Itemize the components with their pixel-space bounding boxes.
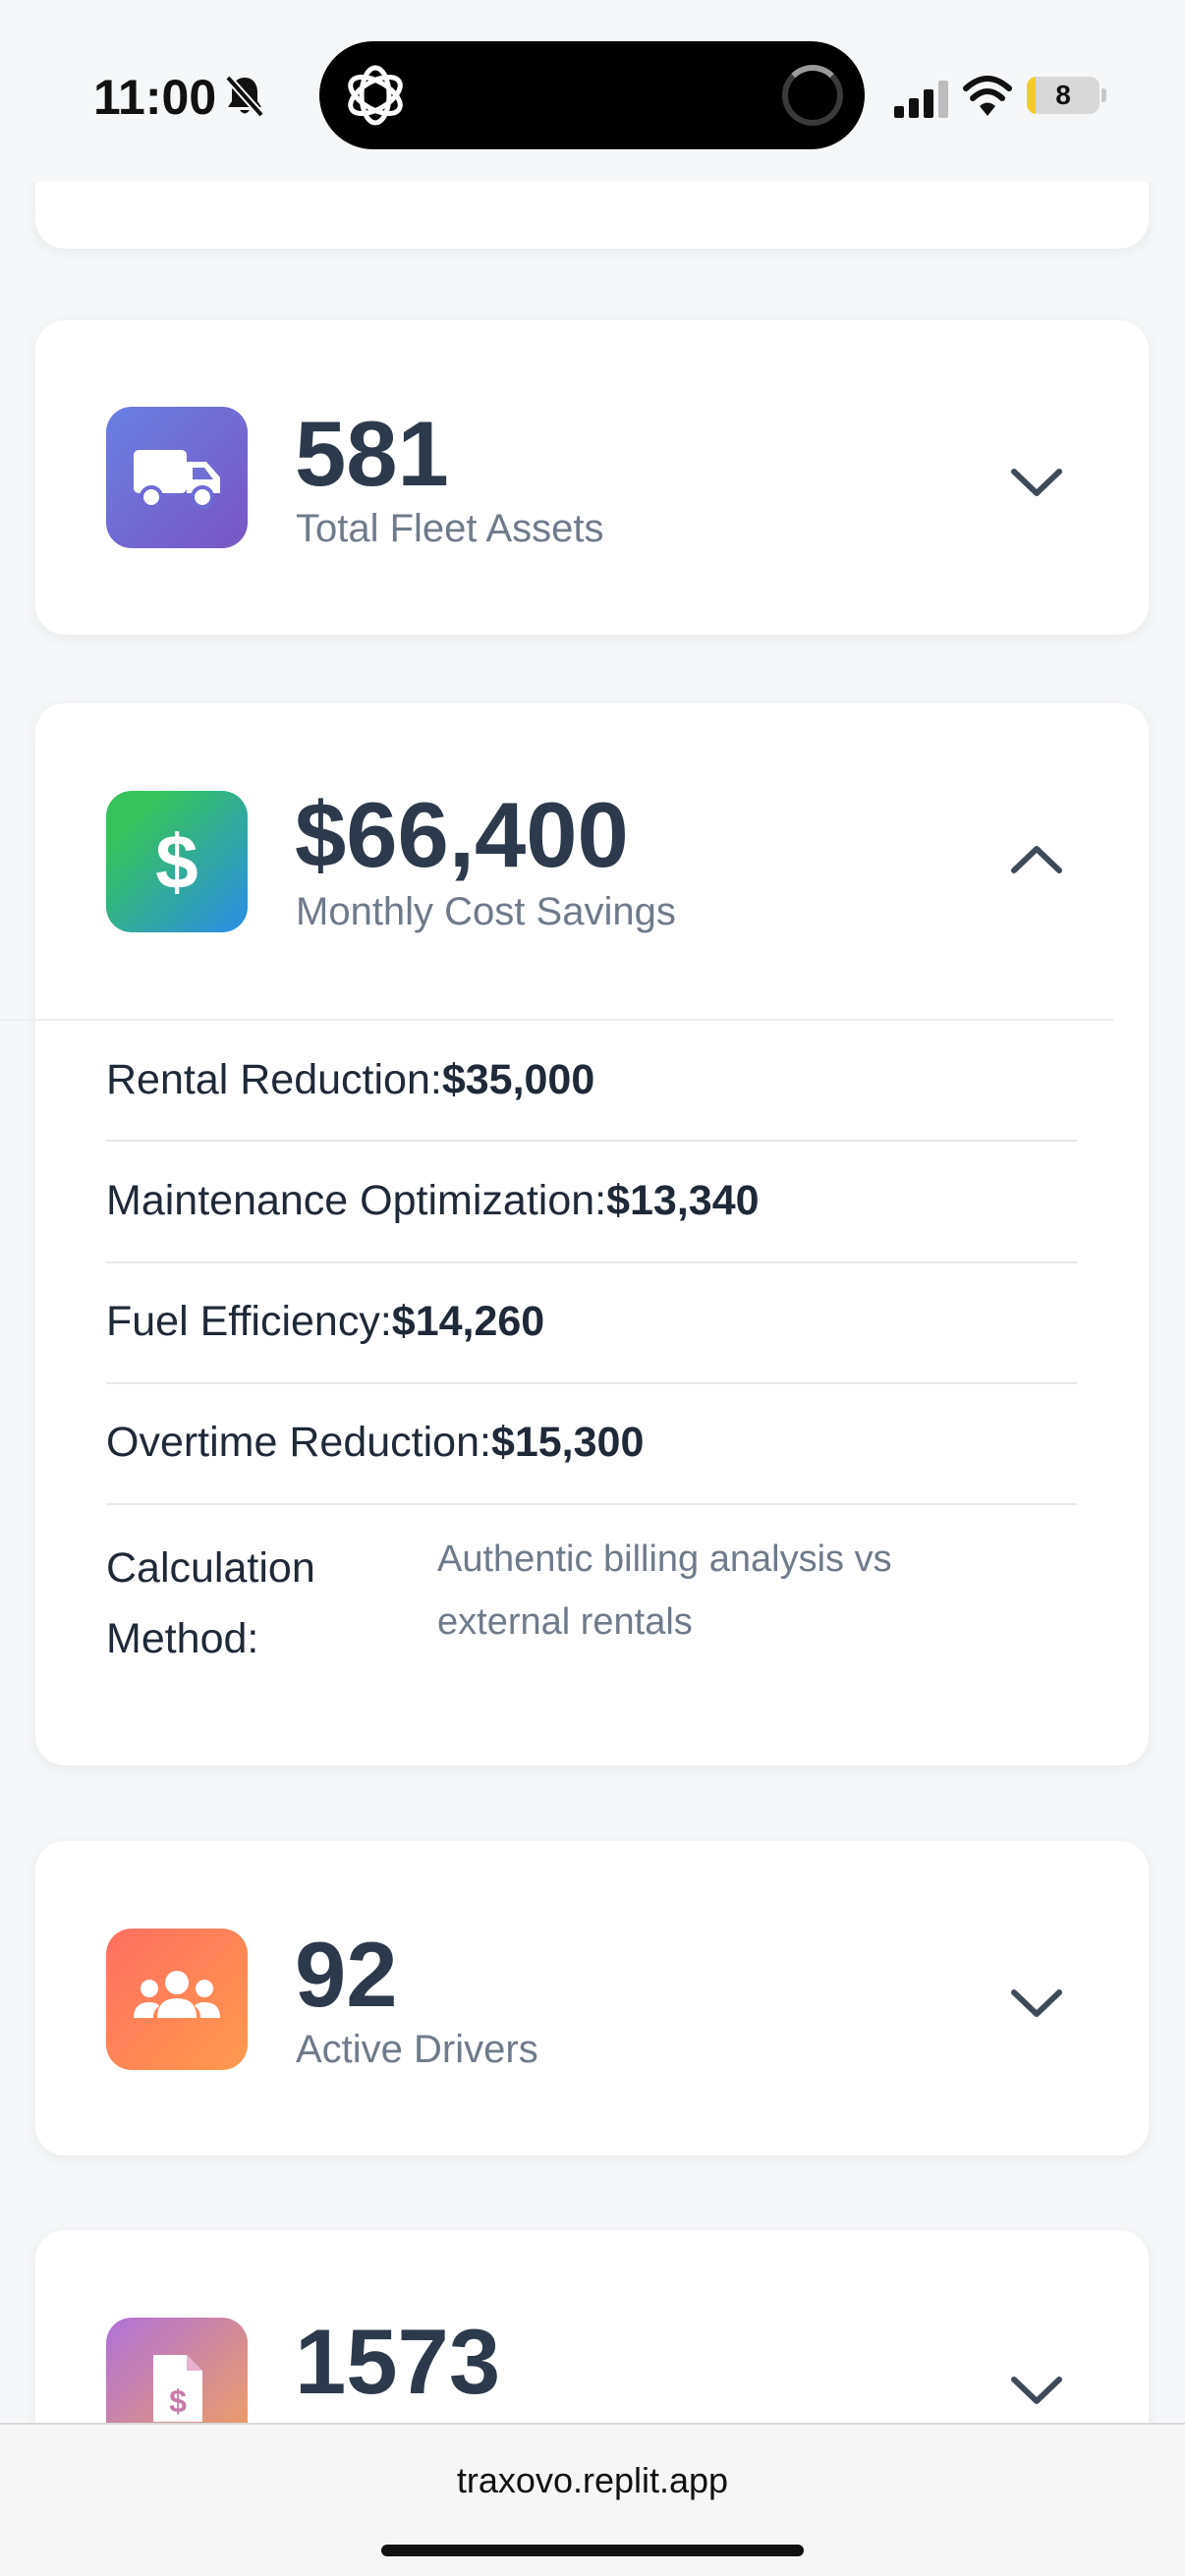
cost-savings-value: $66,400 xyxy=(295,783,629,886)
battery-tip xyxy=(1101,88,1106,102)
spinner-icon xyxy=(782,65,843,126)
breakdown-value: $14,260 xyxy=(391,1298,545,1345)
active-drivers-value: 92 xyxy=(295,1923,398,2026)
bell-slash-icon xyxy=(225,75,264,118)
calculation-method-value: Authentic billing analysis vs external r… xyxy=(437,1539,892,1643)
breakdown-value: $15,300 xyxy=(490,1419,645,1466)
fleet-assets-header[interactable]: 581 Total Fleet Assets xyxy=(35,320,1149,635)
active-drivers-header[interactable]: 92 Active Drivers xyxy=(35,1841,1149,2156)
breakdown-value: $13,340 xyxy=(606,1177,760,1224)
home-indicator[interactable] xyxy=(381,2545,804,2556)
row-divider xyxy=(106,1503,1077,1505)
breakdown-label: Rental Reduction: xyxy=(106,1056,442,1103)
breakdown-label: Fuel Efficiency: xyxy=(106,1298,392,1345)
row-divider xyxy=(106,1261,1077,1263)
breakdown-label: Overtime Reduction: xyxy=(106,1419,491,1466)
breakdown-row: Overtime Reduction:$15,300 xyxy=(106,1419,1077,1467)
breakdown-value: $35,000 xyxy=(441,1056,595,1103)
truck-icon xyxy=(106,407,248,548)
status-time: 11:00 xyxy=(93,70,217,125)
battery-level: 8 xyxy=(1055,80,1071,110)
breakdown-label: Maintenance Optimization: xyxy=(106,1177,607,1224)
browser-bottom-bar: traxovo.replit.app xyxy=(0,2423,1185,2576)
row-divider xyxy=(106,1382,1077,1384)
status-bar: 11:00 8 xyxy=(0,0,1185,182)
breakdown-row: Fuel Efficiency:$14,260 xyxy=(106,1298,1077,1346)
dynamic-island xyxy=(319,41,865,149)
details-divider xyxy=(0,1019,1113,1021)
invoices-value: 1573 xyxy=(295,2310,501,2413)
svg-text:$: $ xyxy=(169,2383,187,2419)
signal-icon xyxy=(894,81,948,118)
wifi-icon xyxy=(963,76,1012,116)
breakdown-row: Rental Reduction:$35,000 xyxy=(106,1056,1077,1104)
fleet-assets-value: 581 xyxy=(295,402,449,505)
chevron-down-icon[interactable] xyxy=(1008,464,1065,499)
battery-icon: 8 xyxy=(1027,77,1100,114)
row-divider xyxy=(106,1140,1077,1142)
dollar-icon: $ xyxy=(106,791,248,932)
users-icon xyxy=(106,1929,248,2070)
chatgpt-icon xyxy=(348,65,403,126)
cost-savings-label: Monthly Cost Savings xyxy=(296,890,676,933)
fleet-assets-card[interactable]: 581 Total Fleet Assets xyxy=(35,320,1149,635)
page: 11:00 8 581 Total Fleet Assets $ $66,400… xyxy=(0,0,1185,2576)
chevron-down-icon[interactable] xyxy=(1008,1985,1065,2020)
active-drivers-label: Active Drivers xyxy=(296,2028,538,2071)
chevron-down-icon[interactable] xyxy=(1008,2372,1065,2407)
calculation-method-label: Calculation Method: xyxy=(106,1544,315,1662)
fleet-assets-label: Total Fleet Assets xyxy=(296,507,604,550)
svg-text:$: $ xyxy=(155,818,198,905)
breakdown-row: Maintenance Optimization:$13,340 xyxy=(106,1177,1077,1225)
cost-savings-header[interactable]: $ $66,400 Monthly Cost Savings xyxy=(35,703,1149,1019)
url-bar[interactable]: traxovo.replit.app xyxy=(0,2460,1185,2501)
chevron-up-icon[interactable] xyxy=(1008,841,1065,876)
active-drivers-card[interactable]: 92 Active Drivers xyxy=(35,1841,1149,2156)
